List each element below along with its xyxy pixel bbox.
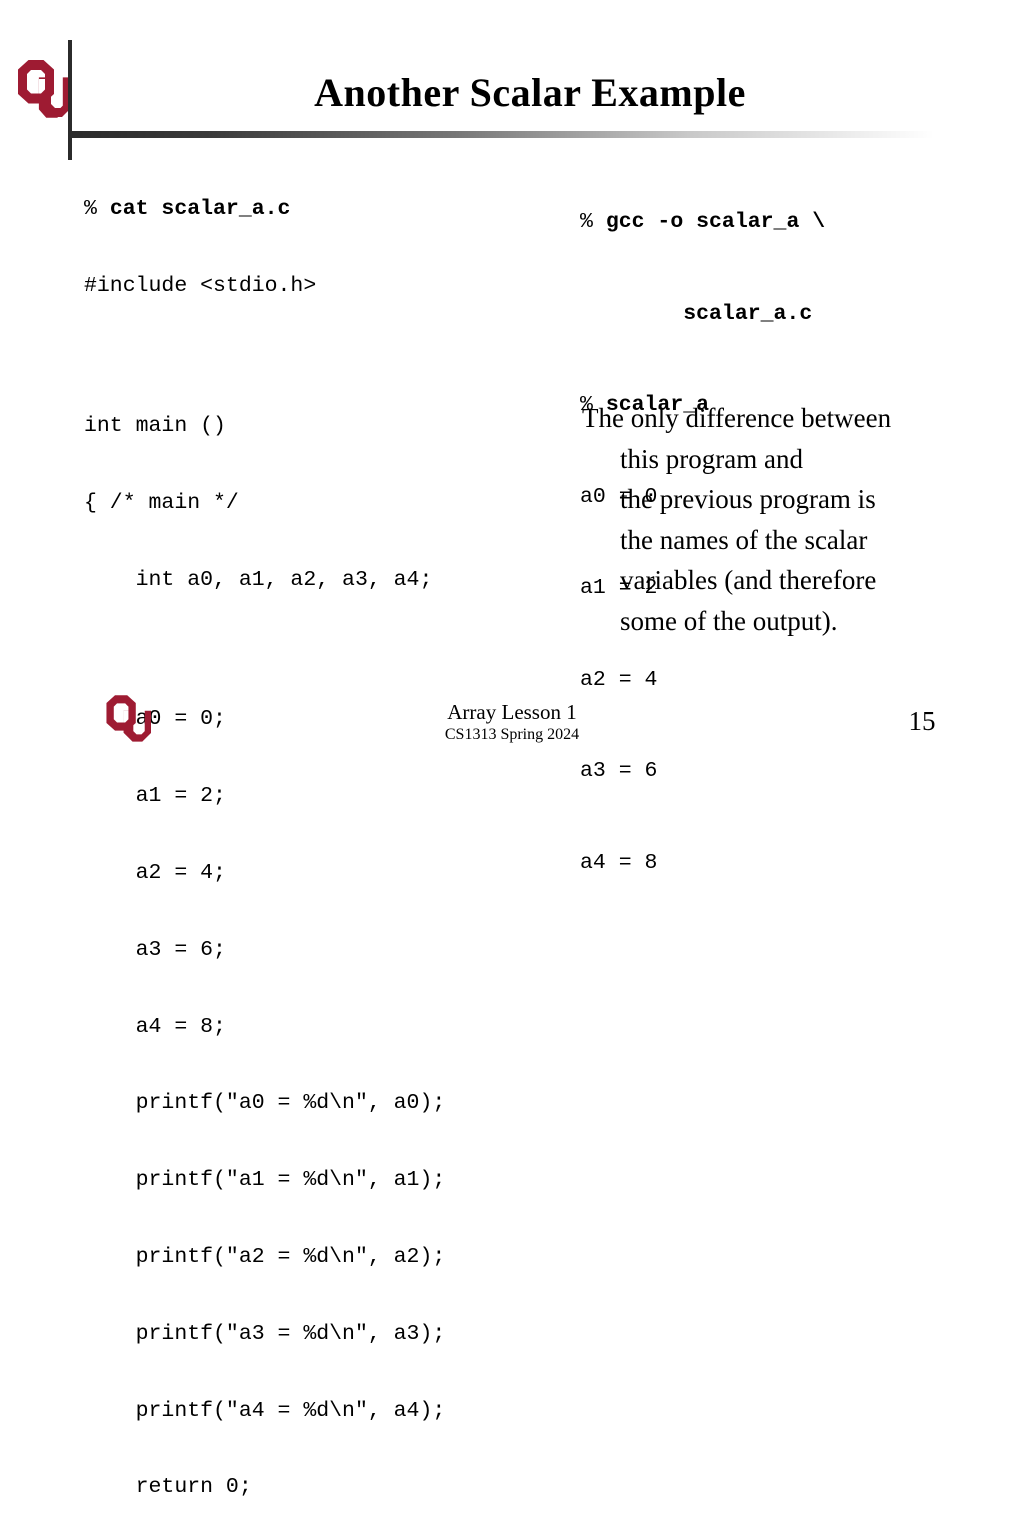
note-line: The only difference between xyxy=(582,403,892,433)
terminal-line: % gcc -o scalar_a \ xyxy=(580,207,1000,238)
code-line: int main () xyxy=(84,413,226,438)
note-line: the names of the scalar xyxy=(620,524,868,555)
shell-prompt: % xyxy=(84,197,110,222)
note-line: variables (and therefore xyxy=(620,565,877,595)
code-line: { /* main */ xyxy=(84,490,239,515)
shell-command: gcc -o scalar_a \ xyxy=(605,210,826,234)
note-line: the previous program is xyxy=(620,484,876,514)
footer: Array Lesson 1 CS1313 Spring 2024 xyxy=(312,700,712,745)
code-line: printf("a4 = %d\n", a4); xyxy=(84,1398,446,1423)
terminal-output-line: a3 = 6 xyxy=(580,759,658,783)
code-line: a1 = 2; xyxy=(84,784,226,809)
footer-course-term: CS1313 Spring 2024 xyxy=(444,726,580,743)
terminal-output-line: a2 = 4 xyxy=(580,667,658,692)
code-line: printf("a3 = %d\n", a3); xyxy=(84,1321,446,1346)
ou-logo-icon xyxy=(106,695,151,742)
code-line: a4 = 8; xyxy=(84,1014,226,1039)
shell-command: cat scalar_a.c xyxy=(109,197,291,222)
code-line: printf("a2 = %d\n", a2); xyxy=(84,1244,446,1269)
terminal-line-continuation: scalar_a.c xyxy=(580,301,813,326)
header-vertical-rule xyxy=(68,40,72,160)
code-line: int a0, a1, a2, a3, a4; xyxy=(84,567,433,592)
page-title: Another Scalar Example xyxy=(314,70,746,115)
page-number: 15 xyxy=(908,706,936,736)
code-line: a3 = 6; xyxy=(84,937,226,962)
code-line: a2 = 4; xyxy=(84,861,226,886)
code-line: printf("a0 = %d\n", a0); xyxy=(84,1091,446,1116)
source-code-listing: % cat scalar_a.c #include <stdio.h> int … xyxy=(84,146,554,1536)
footer-lesson-title: Array Lesson 1 xyxy=(447,700,577,724)
note-line: this program and xyxy=(620,443,803,474)
slide-canvas: Another Scalar Example % cat scalar_a.c … xyxy=(0,0,1024,1499)
code-line: % cat scalar_a.c xyxy=(84,197,554,223)
note-line: some of the output). xyxy=(620,605,838,636)
code-line: #include <stdio.h> xyxy=(84,273,317,298)
explanatory-note: The only difference between this program… xyxy=(582,398,994,641)
header-horizontal-rule xyxy=(68,131,934,138)
terminal-output-line: a4 = 8 xyxy=(580,850,658,875)
shell-prompt: % xyxy=(580,210,606,234)
ou-logo-icon xyxy=(18,60,72,118)
code-line: return 0; xyxy=(84,1475,252,1500)
code-line: printf("a1 = %d\n", a1); xyxy=(84,1168,446,1193)
